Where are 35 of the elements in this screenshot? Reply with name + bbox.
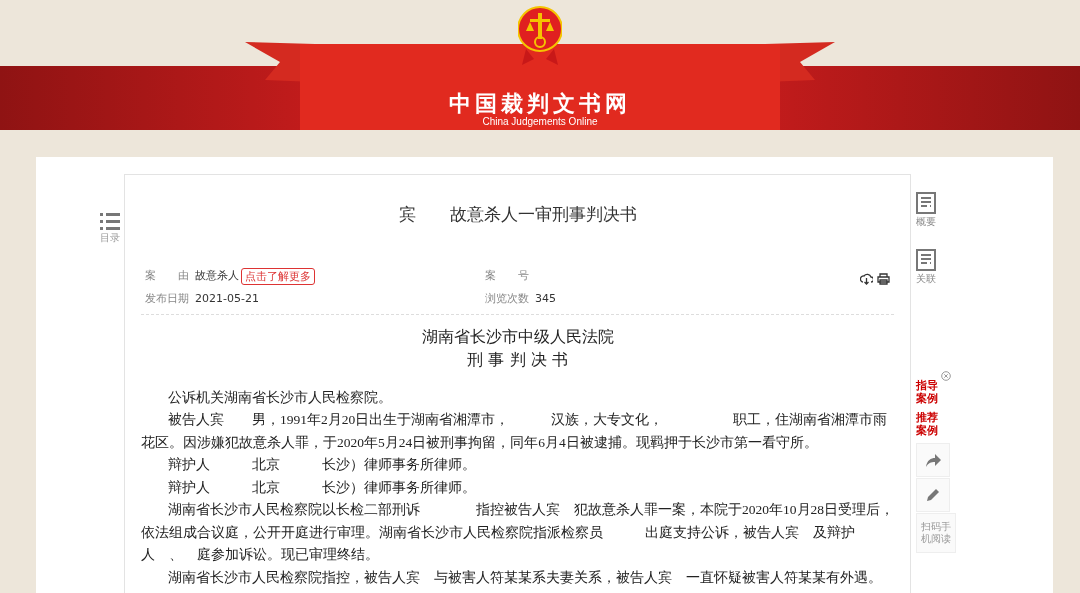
document-type: 刑 事 判 决 书 xyxy=(466,348,569,371)
close-icon[interactable] xyxy=(941,371,951,381)
share-arrow-icon xyxy=(925,453,941,467)
promo-link[interactable]: 指导案例 xyxy=(916,379,940,405)
paragraph: 辩护人 北京 长沙）律师事务所律师。 xyxy=(167,478,477,497)
download-icon[interactable] xyxy=(860,273,873,286)
site-title: 中国裁判文书网 xyxy=(449,91,631,116)
pencil-icon xyxy=(925,487,941,503)
paragraph: 湖南省长沙市人民检察院指控，被告人宾 与被害人符某某系夫妻关系，被告人宾 一直怀疑被害人符某某有外遇。 xyxy=(167,568,883,587)
edit-button[interactable] xyxy=(916,478,950,512)
tool-label[interactable]: 关联 xyxy=(916,271,936,286)
court-name: 湖南省长沙市中级人民法院 xyxy=(420,325,615,348)
print-icon[interactable] xyxy=(877,273,890,286)
field-value: 故意杀人 xyxy=(195,268,239,285)
field-label: 案 号 xyxy=(485,268,529,285)
field-label: 案 由 xyxy=(145,268,189,285)
field-label: 发布日期 xyxy=(145,291,189,308)
paragraph: 湖南省长沙市人民检察院以长检二部刑诉 指控被告人宾 犯故意杀人罪一案，本院于2020年10月28日受理后，依法组成合议庭，公开开庭进行审理。湖南省长沙市人民检察院指派检察员 出庭支持公诉，被告人宾 及辩护人 、 庭参加诉讼。现已审理终结。 xyxy=(141,501,894,565)
promo-link[interactable]: 推荐案例 xyxy=(916,411,940,437)
learn-more-link[interactable]: 点击了解更多 xyxy=(241,267,315,286)
tool-label[interactable]: 概要 xyxy=(916,214,936,229)
mobile-read-button[interactable]: 扫码手机阅读 xyxy=(916,513,956,553)
field-label: 浏览次数 xyxy=(485,291,529,308)
paragraph: 公诉机关湖南省长沙市人民检察院。 xyxy=(167,388,393,407)
paragraph: 被告人宾 男，1991年2月20日出生于湖南省湘潭市， 汉族，大专文化， 职工，住湖南省湘潭市雨花区。因涉嫌犯故意杀人罪，于2020年5月24日被刑事拘留，同年6月4日被逮捕。现羁押于长沙市第一看守所。 xyxy=(141,411,889,452)
numbered-list-icon[interactable] xyxy=(100,212,120,230)
share-button[interactable] xyxy=(916,443,950,477)
toc-label[interactable]: 目录 xyxy=(100,230,120,245)
paragraph: 辩护人 北京 长沙）律师事务所律师。 xyxy=(167,456,477,475)
document-icon[interactable] xyxy=(916,192,936,214)
field-value: 345 xyxy=(535,291,556,308)
field-value: 2021-05-21 xyxy=(195,291,259,308)
document-icon[interactable] xyxy=(916,249,936,271)
document-title: 宾 故意杀人一审刑事判决书 xyxy=(397,203,638,226)
site-subtitle: China Judgements Online xyxy=(482,116,598,128)
